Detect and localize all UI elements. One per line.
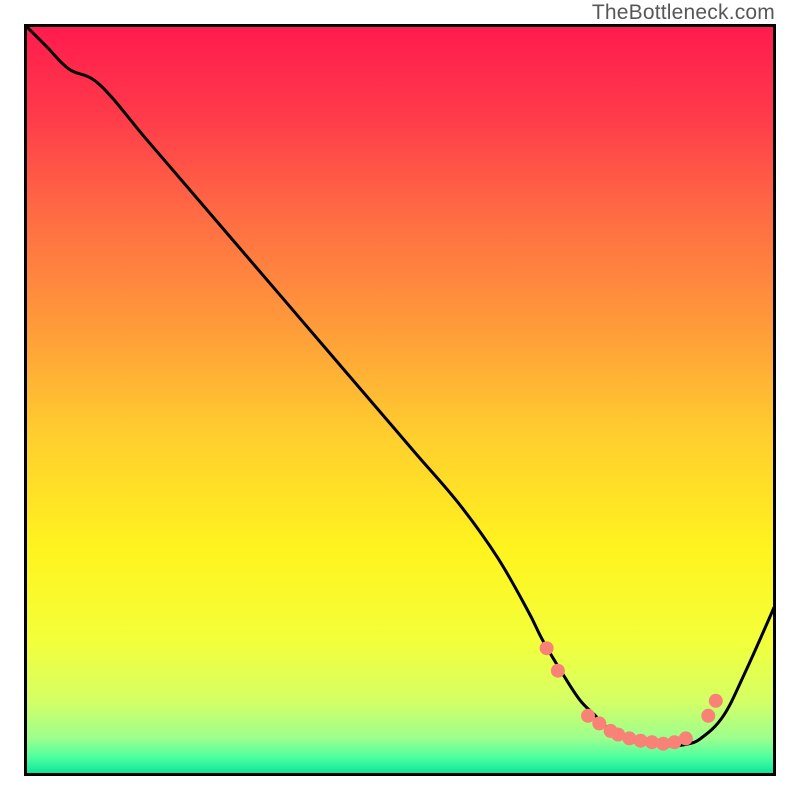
plot-area: [24, 24, 776, 776]
chart-container: TheBottleneck.com: [0, 0, 800, 800]
watermark-label: TheBottleneck.com: [592, 1, 775, 25]
gradient-background: [24, 24, 776, 776]
